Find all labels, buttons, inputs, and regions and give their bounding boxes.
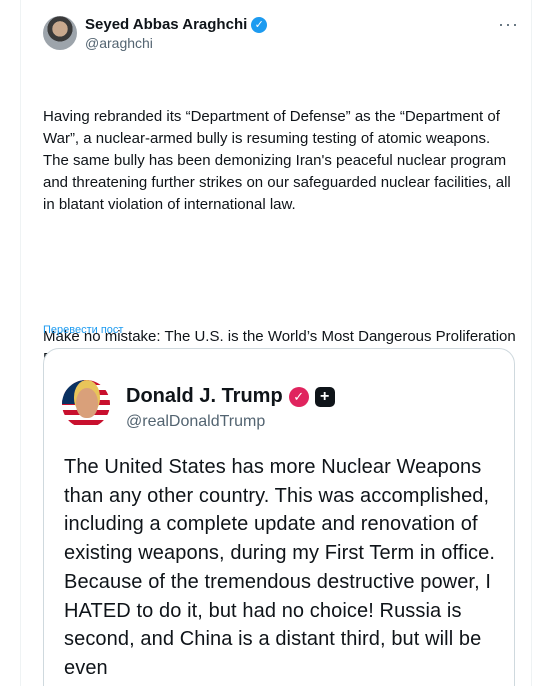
- plus-square-icon: +: [314, 386, 335, 407]
- tweet-header: Seyed Abbas Araghchi ✓ @araghchi ···: [21, 12, 531, 56]
- quoted-post[interactable]: Donald J. Trump ✓ + @realDonaldTrump The…: [43, 348, 515, 686]
- author-name-row: Seyed Abbas Araghchi ✓: [85, 16, 268, 33]
- verified-badge-icon: ✓: [251, 16, 268, 33]
- quoted-author-handle[interactable]: @realDonaldTrump: [126, 413, 265, 431]
- author-handle[interactable]: @araghchi: [85, 35, 153, 51]
- author-name[interactable]: Seyed Abbas Araghchi: [85, 16, 247, 33]
- translate-post-link[interactable]: Перевести пост: [43, 324, 123, 336]
- avatar[interactable]: [43, 16, 77, 50]
- quoted-avatar[interactable]: [62, 380, 110, 428]
- quoted-post-text: The United States has more Nuclear Weapo…: [64, 456, 496, 679]
- tweet-frame: Seyed Abbas Araghchi ✓ @araghchi ··· Hav…: [20, 0, 532, 686]
- more-options-icon[interactable]: ···: [498, 14, 519, 35]
- quoted-name-row: Donald J. Trump ✓ +: [126, 385, 335, 408]
- tweet-paragraph-1: Having rebranded its “Department of Defe…: [43, 108, 515, 213]
- verified-badge-icon: ✓: [288, 386, 309, 407]
- quoted-author-name[interactable]: Donald J. Trump: [126, 385, 283, 408]
- tweet-paragraph-spacer: [43, 260, 518, 282]
